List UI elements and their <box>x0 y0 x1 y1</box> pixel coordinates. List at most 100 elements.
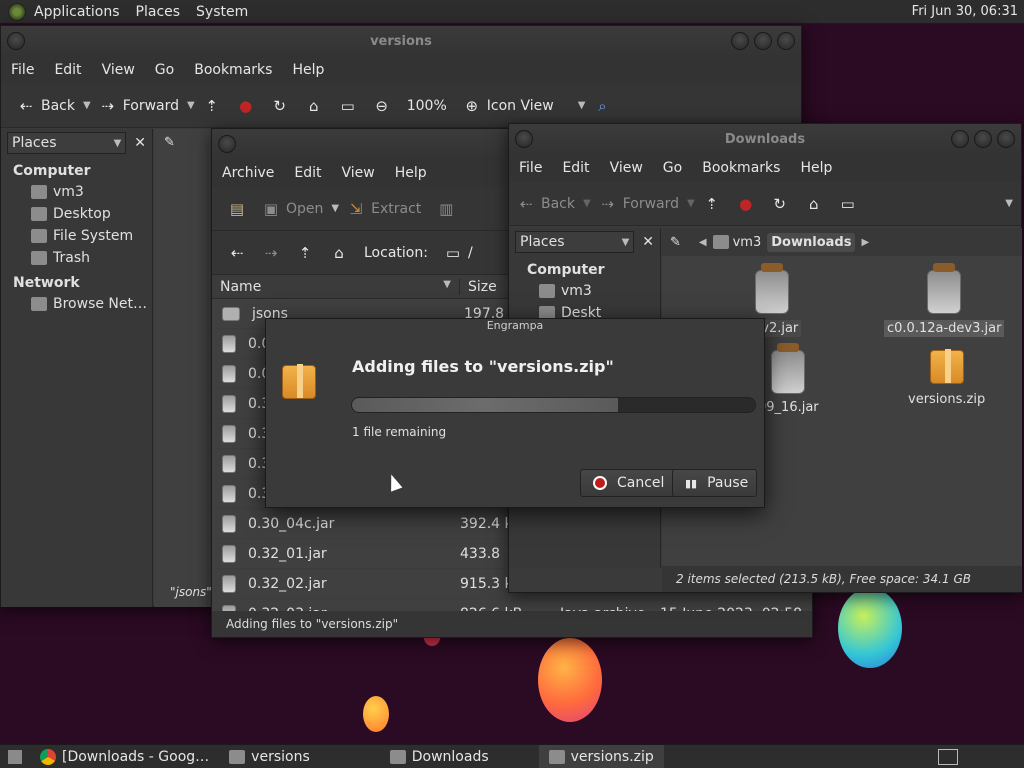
new-archive-button[interactable]: ▤ <box>220 200 254 218</box>
search-button[interactable]: ⌕ <box>585 97 619 115</box>
open-archive-icon: ▣ <box>263 199 279 218</box>
extract-icon: ⇲ <box>349 199 363 218</box>
table-row[interactable]: 0.32_03.jar826.6 kBJava archive15 June 2… <box>212 599 812 611</box>
computer-button[interactable]: ▭ <box>331 97 365 115</box>
menu-edit[interactable]: Edit <box>44 62 91 78</box>
sidebar-item-trash[interactable]: Trash <box>1 247 152 269</box>
close-sidebar-icon[interactable]: ✕ <box>642 234 654 250</box>
stop-button[interactable]: ● <box>229 97 263 115</box>
column-size[interactable]: Size <box>460 279 497 295</box>
minimize-button[interactable] <box>731 32 749 50</box>
sidebar-header: Places ▼ ✕ <box>1 129 152 157</box>
menu-file[interactable]: File <box>509 160 552 176</box>
location-field[interactable]: ▭ / <box>436 244 481 262</box>
home-button[interactable]: ⌂ <box>797 195 831 213</box>
up-button[interactable]: ⇡ <box>195 97 229 115</box>
back-button[interactable]: ⇠ Back <box>509 195 583 213</box>
file-icon-item[interactable]: 09_16.jar <box>758 343 819 415</box>
sidebar-item-vm3[interactable]: vm3 <box>1 181 152 203</box>
minimize-button[interactable] <box>951 130 969 148</box>
jar-file-icon <box>927 263 962 314</box>
clock[interactable]: Fri Jun 30, 06:31 <box>912 4 1018 19</box>
menu-applications[interactable]: Applications <box>26 4 128 20</box>
versions-titlebar[interactable]: versions <box>1 26 801 56</box>
menu-edit[interactable]: Edit <box>284 165 331 181</box>
forward-button[interactable]: ⇢ Forward <box>591 195 687 213</box>
sidebar-mode-select[interactable]: Places ▼ <box>7 132 127 154</box>
menu-help[interactable]: Help <box>790 160 842 176</box>
location-back-button[interactable]: ⇠ <box>220 244 254 262</box>
task-versions[interactable]: versions <box>219 745 320 768</box>
menu-go[interactable]: Go <box>653 160 692 176</box>
open-button[interactable]: ▣ Open <box>254 200 331 218</box>
show-desktop-button[interactable] <box>8 749 22 764</box>
menu-view[interactable]: View <box>92 62 145 78</box>
menu-go[interactable]: Go <box>145 62 184 78</box>
toolbar-overflow-dropdown[interactable]: ▼ <box>1005 198 1013 209</box>
breadcrumb-right-icon[interactable]: ▶ <box>861 237 869 248</box>
menu-bookmarks[interactable]: Bookmarks <box>692 160 790 176</box>
breadcrumb-downloads[interactable]: Downloads <box>767 232 856 252</box>
zoom-out-button[interactable]: ⊖ <box>365 97 399 115</box>
reload-button[interactable]: ↻ <box>263 97 297 115</box>
up-button[interactable]: ⇡ <box>695 195 729 213</box>
pause-button[interactable]: ▮▮ Pause <box>672 469 757 497</box>
menu-help[interactable]: Help <box>385 165 437 181</box>
menu-file[interactable]: File <box>1 62 44 78</box>
close-button[interactable] <box>997 130 1015 148</box>
home-button[interactable]: ⌂ <box>297 97 331 115</box>
file-icon-item-selected[interactable]: c0.0.12a-dev3.jar <box>884 263 1005 337</box>
distro-logo-icon[interactable] <box>8 2 26 21</box>
menu-archive[interactable]: Archive <box>212 165 284 181</box>
extract-button[interactable]: ⇲ Extract <box>339 200 429 218</box>
breadcrumb-left-icon[interactable]: ◀ <box>699 237 707 248</box>
location-home-button[interactable]: ⌂ <box>322 244 356 262</box>
menu-edit[interactable]: Edit <box>552 160 599 176</box>
sidebar-item-vm3[interactable]: vm3 <box>509 280 660 302</box>
task-versions-zip[interactable]: versions.zip <box>538 744 664 768</box>
back-history-dropdown[interactable]: ▼ <box>583 198 591 209</box>
back-button[interactable]: ⇠ Back <box>9 97 83 115</box>
menu-help[interactable]: Help <box>282 62 334 78</box>
downloads-titlebar[interactable]: Downloads <box>509 124 1021 154</box>
menu-places[interactable]: Places <box>128 4 189 20</box>
location-forward-button[interactable]: ⇢ <box>254 244 288 262</box>
stop-button[interactable]: ● <box>729 195 763 213</box>
close-sidebar-icon[interactable]: ✕ <box>134 135 146 151</box>
location-up-button[interactable]: ⇡ <box>288 244 322 262</box>
sidebar-mode-select[interactable]: Places ▼ <box>515 231 635 253</box>
menu-view[interactable]: View <box>332 165 385 181</box>
edit-location-icon[interactable]: ✎ <box>670 235 681 250</box>
sidebar-item-file-system[interactable]: File System <box>1 225 152 247</box>
window-menu-icon[interactable] <box>218 135 236 153</box>
reload-button[interactable]: ↻ <box>763 195 797 213</box>
back-history-dropdown[interactable]: ▼ <box>83 100 91 111</box>
forward-history-dropdown[interactable]: ▼ <box>187 100 195 111</box>
zoom-in-button[interactable]: ⊕ Icon View <box>455 97 562 115</box>
open-dropdown[interactable]: ▼ <box>331 203 339 214</box>
forward-history-dropdown[interactable]: ▼ <box>687 198 695 209</box>
menu-bookmarks[interactable]: Bookmarks <box>184 62 282 78</box>
sidebar-item-desktop[interactable]: Desktop <box>1 203 152 225</box>
computer-button[interactable]: ▭ <box>831 195 865 213</box>
window-menu-icon[interactable] <box>7 32 25 50</box>
add-files-button[interactable]: ▥ <box>429 200 463 218</box>
forward-button[interactable]: ⇢ Forward <box>91 97 187 115</box>
view-mode-dropdown[interactable]: ▼ <box>578 100 586 111</box>
maximize-button[interactable] <box>974 130 992 148</box>
breadcrumb-vm3[interactable]: vm3 <box>712 235 761 250</box>
close-button[interactable] <box>777 32 795 50</box>
workspace-switcher-icon[interactable] <box>938 749 958 765</box>
task-downloads-chrome[interactable]: [Downloads - Goog… <box>30 745 219 768</box>
file-icon-item[interactable]: versions.zip <box>908 349 985 407</box>
maximize-button[interactable] <box>754 32 772 50</box>
view-mode-select[interactable]: Icon View <box>487 98 554 114</box>
menu-view[interactable]: View <box>600 160 653 176</box>
task-downloads[interactable]: Downloads <box>380 745 499 768</box>
column-name[interactable]: Name ▼ <box>212 278 460 295</box>
window-menu-icon[interactable] <box>515 130 533 148</box>
edit-location-icon[interactable]: ✎ <box>164 135 175 150</box>
cancel-button[interactable]: Cancel <box>580 469 678 497</box>
sidebar-item-browse-network[interactable]: Browse Net… <box>1 293 152 315</box>
menu-system[interactable]: System <box>188 4 256 20</box>
